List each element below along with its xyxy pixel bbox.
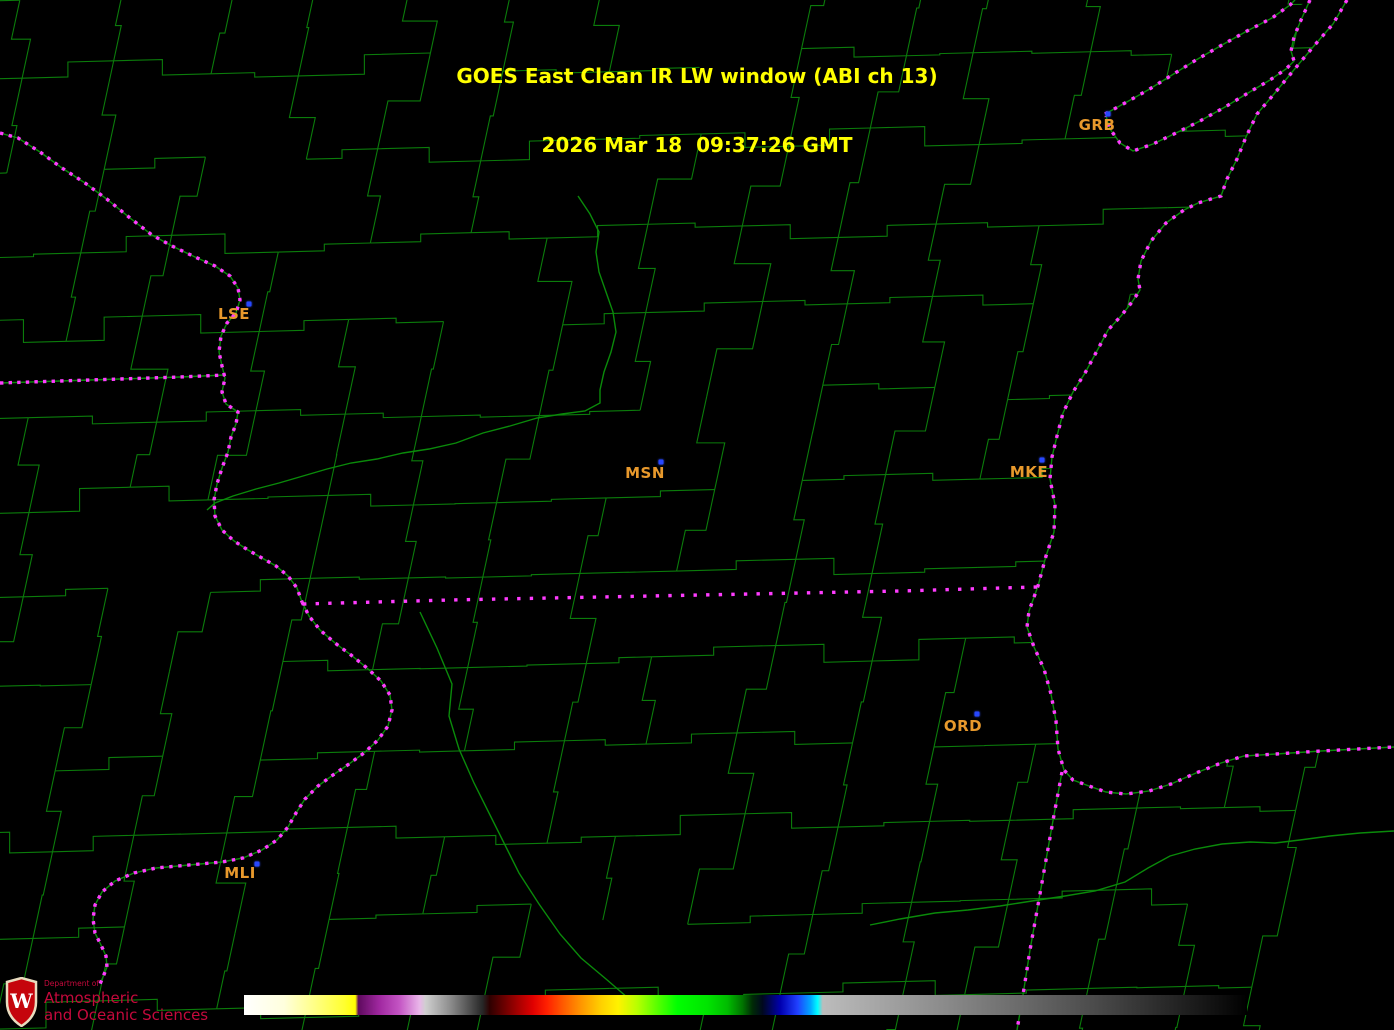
station-dot-ord [974,711,980,717]
title-line-1: GOES East Clean IR LW window (ABI ch 13) [456,64,938,88]
station-label-msn: MSN [625,464,665,482]
logo-dept-text: Department of [44,979,99,988]
logo-line2: and Oceanic Sciences [44,1005,209,1024]
logo-line1: Atmospheric [44,988,139,1007]
svg-text:W: W [9,989,33,1013]
image-title: GOES East Clean IR LW window (ABI ch 13)… [0,19,1394,203]
station-label-mli: MLI [224,864,256,882]
station-dot-mke [1039,457,1045,463]
station-label-ord: ORD [943,717,983,735]
title-line-2: 2026 Mar 18 09:37:26 GMT [541,133,853,157]
logo-text: Department of Atmospheric and Oceanic Sc… [44,977,208,1024]
station-label-mke: MKE [1009,463,1049,481]
temperature-colorbar [244,995,1247,1015]
uw-crest-icon: W [5,977,38,1027]
station-label-grb: GRB [1078,116,1116,134]
uw-aos-logo: W Department of Atmospheric and Oceanic … [5,977,208,1027]
satellite-image-viewport: GOES East Clean IR LW window (ABI ch 13)… [0,0,1394,1030]
station-label-lse: LSE [217,305,251,323]
